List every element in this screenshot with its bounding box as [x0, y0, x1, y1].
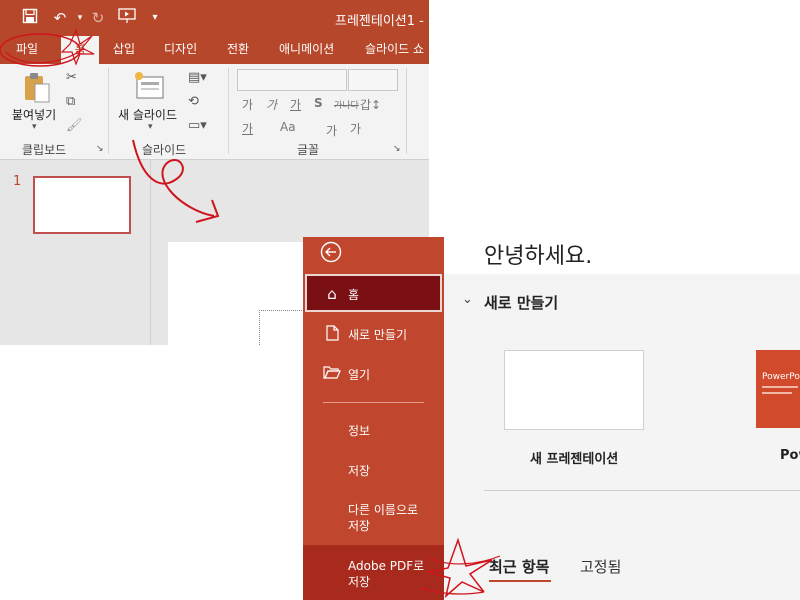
paste-dropdown-icon[interactable]: ▾ [32, 122, 37, 132]
template-blank-label[interactable]: 새 프레젠테이션 [530, 448, 618, 467]
ribbon-tabs: 파일 홈 삽입 디자인 전환 애니메이션 슬라이드 쇼 [0, 36, 429, 64]
new-document-icon [323, 325, 341, 345]
tab-transitions[interactable]: 전환 [223, 36, 253, 64]
nav-item-new[interactable]: 새로 만들기 [303, 323, 444, 349]
font-btn-spacing[interactable]: 갑↕ [360, 96, 381, 113]
nav-item-label: 다른 이름으로 저장 [348, 503, 419, 533]
section-icon[interactable]: ▭▾ [188, 118, 207, 133]
template-thumb-text: PowerPoint [762, 372, 800, 382]
back-arrow-icon[interactable] [320, 241, 342, 267]
nav-item-label: 저장 [348, 464, 371, 478]
tab-recent-underline [489, 580, 551, 582]
customize-icon[interactable]: ▾ [145, 8, 165, 28]
font-btn-bold[interactable]: 가 [242, 96, 253, 113]
template-thumb-line [762, 392, 792, 394]
clipboard-group-label: 클립보드 [22, 143, 67, 157]
font-btn-change-case[interactable]: Aa [280, 120, 296, 134]
template-tour-thumbnail[interactable]: PowerPoint [756, 350, 800, 428]
tab-file[interactable]: 파일 [12, 36, 42, 64]
nav-item-info[interactable]: 정보 [303, 420, 444, 442]
font-size-combo[interactable] [348, 69, 398, 91]
nav-item-label: 새로 만들기 [348, 328, 408, 342]
font-btn-case[interactable]: 가 [242, 120, 253, 137]
template-blank-thumbnail[interactable] [504, 350, 644, 430]
tab-pinned[interactable]: 고정됨 [580, 556, 621, 577]
copy-icon[interactable]: ⧉ [66, 94, 75, 109]
font-btn-shadow[interactable]: S [314, 96, 323, 110]
reset-icon[interactable]: ⟲ [188, 94, 199, 109]
tab-design[interactable]: 디자인 [160, 36, 201, 64]
group-separator [108, 68, 109, 154]
nav-item-label: 열기 [348, 368, 371, 382]
slide-number: 1 [13, 174, 22, 189]
new-slide-icon[interactable] [133, 70, 165, 104]
template-tour-label[interactable]: Pow [780, 448, 800, 463]
tab-slideshow[interactable]: 슬라이드 쇼 [361, 36, 428, 64]
font-btn-italic[interactable]: 가 [266, 96, 277, 113]
template-thumb-line [762, 386, 798, 388]
paste-icon[interactable] [22, 72, 52, 108]
tab-recent[interactable]: 최근 항목 [489, 556, 549, 577]
font-btn-strikethrough[interactable]: 가나다 [334, 98, 359, 111]
nav-item-save[interactable]: 저장 [303, 460, 444, 482]
new-slide-button[interactable]: 새 슬라이드 [118, 106, 177, 123]
layout-icon[interactable]: ▤▾ [188, 70, 207, 85]
font-btn-underline[interactable]: 가 [290, 96, 301, 113]
present-icon[interactable] [117, 8, 137, 28]
font-btn-grow[interactable]: 가 [326, 122, 337, 139]
undo-dropdown-icon[interactable]: ▾ [70, 8, 90, 28]
cut-icon[interactable]: ✂ [66, 70, 77, 85]
nav-item-home[interactable]: ⌂ 홈 [305, 274, 442, 312]
tab-home[interactable]: 홈 [61, 36, 99, 64]
nav-item-label: 홈 [348, 288, 360, 302]
format-painter-icon[interactable]: 🖌 [66, 118, 83, 133]
group-separator [406, 68, 407, 154]
new-section-title[interactable]: 새로 만들기 [484, 292, 558, 313]
section-divider [484, 490, 800, 491]
tab-animations[interactable]: 애니메이션 [275, 36, 338, 64]
nav-item-label: 정보 [348, 424, 371, 438]
new-slide-dropdown-icon[interactable]: ▾ [148, 122, 153, 132]
chevron-down-icon[interactable]: ⌄ [462, 292, 473, 307]
title-bar: ↶ ▾ ↻ ▾ 프레젠테이션1 - [0, 0, 429, 36]
undo-icon[interactable]: ↶ [50, 8, 70, 28]
nav-item-save-pdf[interactable]: Adobe PDF로 저장 [303, 545, 444, 600]
font-dialog-launcher-icon[interactable]: ↘ [393, 144, 401, 154]
home-icon: ⌂ [327, 285, 337, 303]
font-group-label: 글꼴 [297, 143, 320, 157]
slides-group-label: 슬라이드 [142, 143, 187, 157]
open-folder-icon [323, 365, 341, 383]
nav-item-save-as[interactable]: 다른 이름으로 저장 [303, 501, 444, 537]
save-icon[interactable] [20, 8, 40, 28]
nav-item-label: Adobe PDF로 저장 [348, 559, 425, 589]
document-title: 프레젠테이션1 - [335, 14, 424, 29]
font-btn-shrink[interactable]: 가 [350, 120, 361, 137]
nav-separator [323, 402, 424, 403]
dialog-launcher-icon[interactable]: ↘ [96, 144, 104, 154]
backstage-nav: ⌂ 홈 새로 만들기 열기 정보 저장 다른 이름으로 저장 Adobe PDF… [303, 237, 444, 600]
redo-icon[interactable]: ↻ [88, 8, 108, 28]
slide-thumbnail[interactable] [33, 176, 131, 234]
group-separator [228, 68, 229, 154]
paste-button[interactable]: 붙여넣기 [12, 106, 56, 123]
tab-insert[interactable]: 삽입 [109, 36, 139, 64]
greeting-heading: 안녕하세요. [484, 244, 593, 269]
ribbon: 붙여넣기 ▾ ✂ ⧉ 🖌 클립보드 ↘ 새 슬라이드 ▾ ▤▾ ⟲ ▭▾ 슬라이… [0, 64, 429, 160]
font-name-combo[interactable] [237, 69, 347, 91]
nav-item-open[interactable]: 열기 [303, 363, 444, 389]
